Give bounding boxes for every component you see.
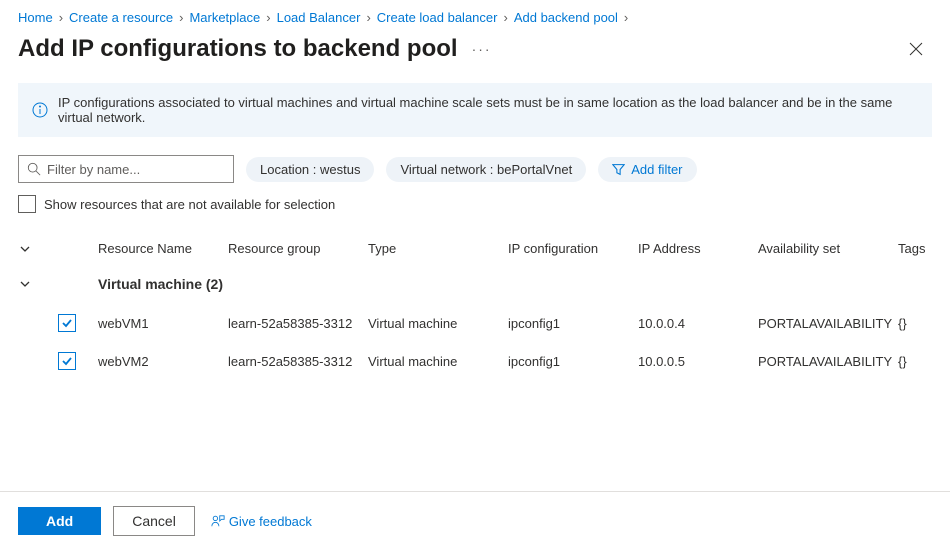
filter-icon bbox=[612, 163, 625, 176]
search-input-wrapper[interactable] bbox=[18, 155, 234, 183]
col-rg[interactable]: Resource group bbox=[228, 241, 368, 256]
col-type[interactable]: Type bbox=[368, 241, 508, 256]
close-button[interactable] bbox=[900, 33, 932, 65]
table-header: Resource Name Resource group Type IP con… bbox=[18, 231, 932, 266]
cell-avset: PORTALAVAILABILITY bbox=[758, 354, 898, 369]
row-checkbox[interactable] bbox=[58, 352, 76, 370]
close-icon bbox=[909, 42, 923, 56]
more-actions-button[interactable]: ··· bbox=[472, 41, 492, 57]
add-button[interactable]: Add bbox=[18, 507, 101, 535]
col-ipaddr[interactable]: IP Address bbox=[638, 241, 758, 256]
cell-tags: {} bbox=[898, 354, 938, 369]
chevron-down-icon bbox=[19, 243, 31, 255]
crumb-home[interactable]: Home bbox=[18, 10, 53, 25]
filter-bar: Location : westus Virtual network : bePo… bbox=[0, 155, 950, 191]
crumb-marketplace[interactable]: Marketplace bbox=[189, 10, 260, 25]
cell-tags: {} bbox=[898, 316, 938, 331]
chevron-right-icon: › bbox=[59, 10, 63, 25]
banner-text: IP configurations associated to virtual … bbox=[58, 95, 918, 125]
cell-ipcfg: ipconfig1 bbox=[508, 354, 638, 369]
cell-name: webVM1 bbox=[98, 316, 228, 331]
crumb-add-backend[interactable]: Add backend pool bbox=[514, 10, 618, 25]
cell-avset: PORTALAVAILABILITY bbox=[758, 316, 898, 331]
table-row: webVM1 learn-52a58385-3312 Virtual machi… bbox=[18, 304, 932, 342]
chevron-down-icon bbox=[19, 278, 31, 290]
table-row: webVM2 learn-52a58385-3312 Virtual machi… bbox=[18, 342, 932, 380]
crumb-load-balancer[interactable]: Load Balancer bbox=[277, 10, 361, 25]
add-filter-label: Add filter bbox=[631, 162, 682, 177]
chevron-right-icon: › bbox=[503, 10, 507, 25]
cell-ipcfg: ipconfig1 bbox=[508, 316, 638, 331]
filter-pill-vnet[interactable]: Virtual network : bePortalVnet bbox=[386, 157, 586, 182]
group-toggle[interactable] bbox=[18, 277, 32, 291]
feedback-label: Give feedback bbox=[229, 514, 312, 529]
search-icon bbox=[27, 162, 41, 176]
cell-name: webVM2 bbox=[98, 354, 228, 369]
col-avset[interactable]: Availability set bbox=[758, 241, 898, 256]
feedback-link[interactable]: Give feedback bbox=[211, 514, 312, 529]
page-title: Add IP configurations to backend pool bbox=[18, 35, 458, 63]
show-unavailable-label: Show resources that are not available fo… bbox=[44, 197, 335, 212]
col-ipcfg[interactable]: IP configuration bbox=[508, 241, 638, 256]
info-banner: IP configurations associated to virtual … bbox=[18, 83, 932, 137]
filter-pill-location[interactable]: Location : westus bbox=[246, 157, 374, 182]
row-checkbox[interactable] bbox=[58, 314, 76, 332]
cell-ipaddr: 10.0.0.5 bbox=[638, 354, 758, 369]
crumb-create-lb[interactable]: Create load balancer bbox=[377, 10, 498, 25]
cell-ipaddr: 10.0.0.4 bbox=[638, 316, 758, 331]
cell-rg: learn-52a58385-3312 bbox=[228, 316, 368, 331]
cell-rg: learn-52a58385-3312 bbox=[228, 354, 368, 369]
cell-type: Virtual machine bbox=[368, 354, 508, 369]
cell-type: Virtual machine bbox=[368, 316, 508, 331]
breadcrumb: Home › Create a resource › Marketplace › Lo… bbox=[0, 0, 950, 29]
show-unavailable-checkbox[interactable] bbox=[18, 195, 36, 213]
chevron-right-icon: › bbox=[366, 10, 370, 25]
show-unavailable-row: Show resources that are not available fo… bbox=[0, 191, 950, 231]
group-label: Virtual machine (2) bbox=[98, 276, 932, 292]
footer-bar: Add Cancel Give feedback bbox=[0, 491, 950, 550]
group-row-vm: Virtual machine (2) bbox=[18, 266, 932, 304]
chevron-right-icon: › bbox=[179, 10, 183, 25]
check-icon bbox=[61, 317, 73, 329]
check-icon bbox=[61, 355, 73, 367]
info-icon bbox=[32, 102, 48, 118]
collapse-all-toggle[interactable] bbox=[18, 242, 32, 256]
cancel-button[interactable]: Cancel bbox=[113, 506, 195, 536]
col-tags[interactable]: Tags bbox=[898, 241, 938, 256]
chevron-right-icon: › bbox=[266, 10, 270, 25]
add-filter-button[interactable]: Add filter bbox=[598, 157, 696, 182]
col-name[interactable]: Resource Name bbox=[98, 241, 228, 256]
crumb-create-resource[interactable]: Create a resource bbox=[69, 10, 173, 25]
chevron-right-icon: › bbox=[624, 10, 628, 25]
search-input[interactable] bbox=[47, 162, 225, 177]
resource-table: Resource Name Resource group Type IP con… bbox=[0, 231, 950, 380]
person-feedback-icon bbox=[211, 514, 225, 528]
page-header: Add IP configurations to backend pool ··… bbox=[0, 29, 950, 83]
